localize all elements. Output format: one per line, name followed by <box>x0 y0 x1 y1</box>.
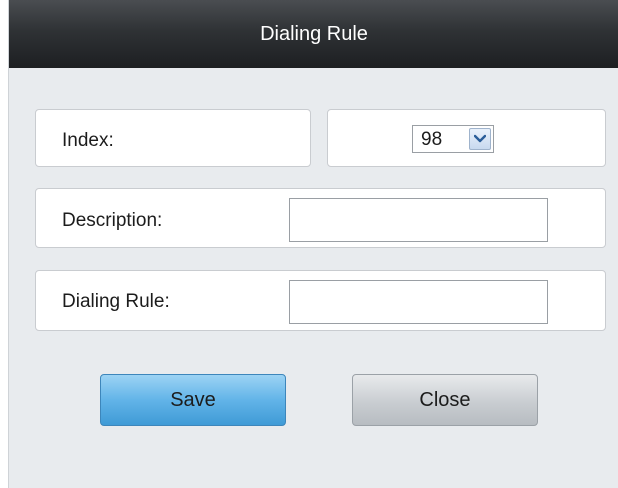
dialog-title-bar: Dialing Rule <box>9 0 618 68</box>
save-button[interactable]: Save <box>100 374 286 426</box>
index-select[interactable]: 98 <box>412 125 494 153</box>
index-label: Index: <box>62 130 114 151</box>
close-button[interactable]: Close <box>352 374 538 426</box>
index-select-value: 98 <box>421 129 443 150</box>
dialing-rule-input[interactable] <box>289 280 548 324</box>
index-label-panel: Index: <box>35 109 311 167</box>
description-input[interactable] <box>289 198 548 242</box>
dialing-rule-label: Dialing Rule: <box>62 291 170 312</box>
chevron-down-icon[interactable] <box>469 128 491 150</box>
description-label: Description: <box>62 210 163 231</box>
dialog-title: Dialing Rule <box>260 22 368 45</box>
